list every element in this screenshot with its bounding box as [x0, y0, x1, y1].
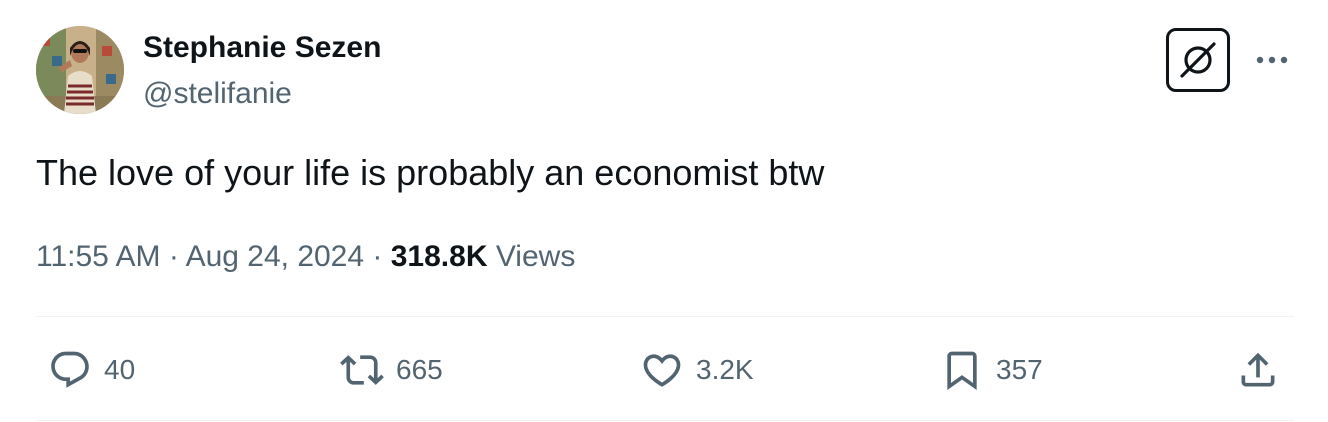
avatar-image [36, 26, 124, 114]
grok-icon [1180, 42, 1216, 78]
tweet-date[interactable]: Aug 24, 2024 [186, 240, 365, 273]
tweet-text: The love of your life is probably an eco… [36, 152, 825, 193]
meta-separator: · [168, 240, 179, 273]
heart-icon [643, 354, 681, 387]
author-handle[interactable]: @stelifanie [143, 77, 292, 111]
avatar[interactable] [36, 26, 124, 114]
retweet-count: 665 [396, 354, 443, 385]
more-options-button[interactable] [1252, 44, 1292, 76]
like-button[interactable]: 3.2K [640, 344, 754, 396]
retweet-icon [340, 355, 384, 385]
author-name[interactable]: Stephanie Sezen [143, 31, 381, 65]
bookmark-icon [947, 351, 977, 391]
views-label: Views [495, 240, 576, 273]
retweet-button[interactable]: 665 [340, 344, 443, 396]
share-button[interactable] [1236, 344, 1280, 396]
share-icon [1241, 352, 1275, 387]
views-count[interactable]: 318.8K [391, 240, 488, 273]
grok-button[interactable] [1166, 28, 1230, 92]
reply-button[interactable]: 40 [48, 344, 135, 396]
divider [36, 316, 1294, 317]
bookmark-count: 357 [996, 354, 1043, 385]
like-count: 3.2K [696, 354, 754, 385]
tweet-time[interactable]: 11:55 AM [36, 240, 161, 273]
bookmark-button[interactable]: 357 [940, 344, 1043, 396]
meta-separator: · [372, 240, 383, 273]
divider [36, 420, 1294, 421]
reply-count: 40 [104, 354, 136, 385]
reply-icon [51, 351, 89, 388]
tweet-card: Stephanie Sezen @stelifanie The love of … [0, 0, 1328, 422]
more-icon [1256, 56, 1288, 64]
tweet-meta: 11:55 AM · Aug 24, 2024 · 318.8K Views [36, 240, 575, 274]
